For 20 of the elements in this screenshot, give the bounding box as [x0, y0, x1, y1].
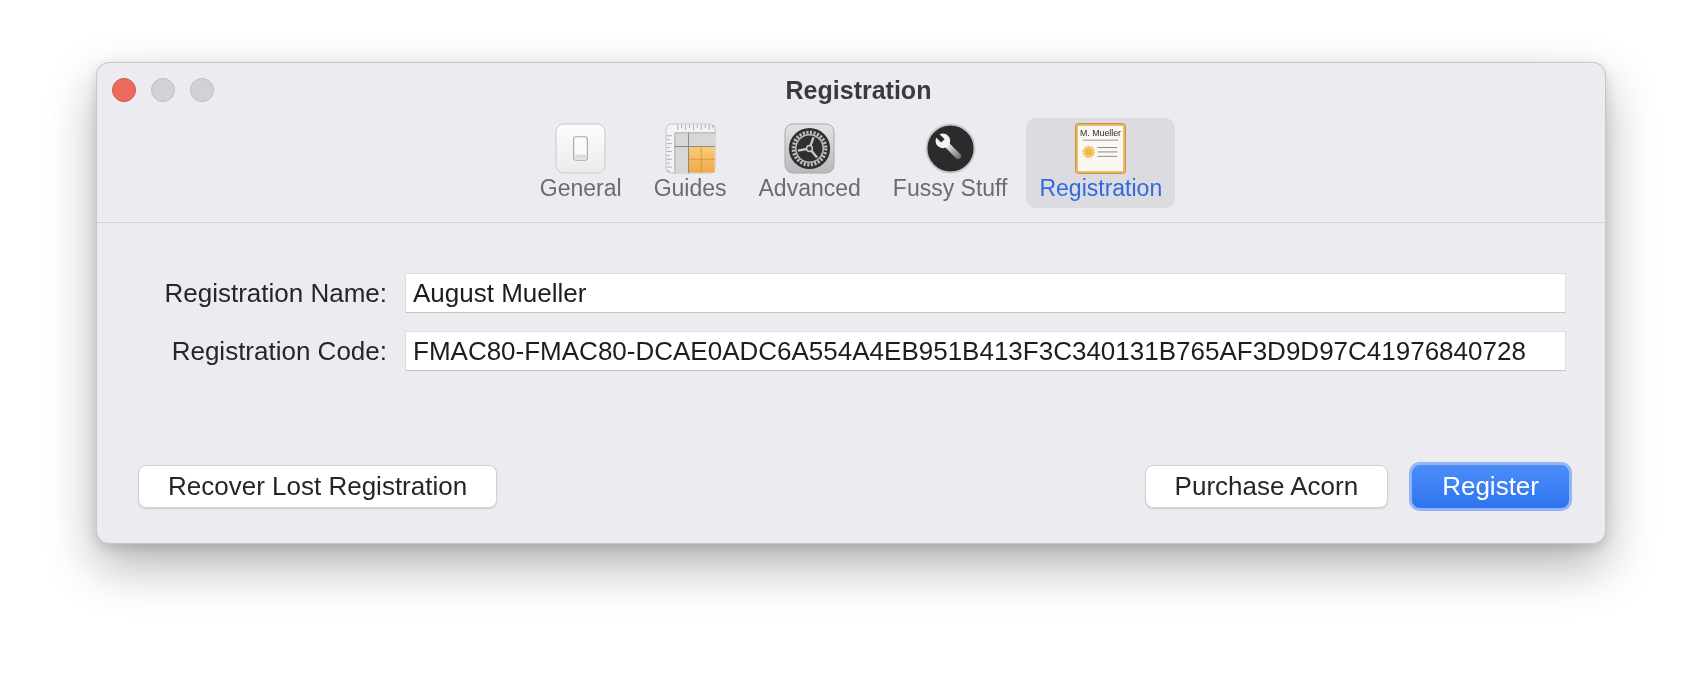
gear-icon [784, 123, 836, 174]
field-label: Registration Name: [164, 277, 387, 309]
default-button[interactable]: Register [1409, 462, 1572, 511]
field-label: Registration Code: [171, 335, 387, 367]
toolbar-tab[interactable]: M. Mueller Registration [1026, 118, 1176, 208]
text-field[interactable]: August Mueller [405, 273, 1566, 313]
window-title: Registration [785, 75, 932, 105]
text-field[interactable]: FMAC80-FMAC80-DCAE0ADC6A554A4EB951B413F3C340131B765AF3D9D97C41976840728 [405, 331, 1566, 371]
push-button[interactable]: Recover Lost Registration [138, 465, 498, 508]
ruler-grid-icon [664, 123, 716, 174]
certificate-icon [1075, 123, 1127, 174]
toolbar-tab[interactable]: Fussy Stuff [879, 118, 1021, 208]
wrench-icon [924, 123, 976, 174]
toolbar-tab[interactable]: Advanced [745, 118, 874, 208]
push-button[interactable]: Purchase Acorn [1144, 465, 1389, 508]
light-switch-icon [555, 123, 607, 174]
certificate-name: M. Mueller [1080, 128, 1122, 139]
toolbar-tab[interactable]: Guides [640, 118, 740, 208]
close-button[interactable] [112, 78, 136, 102]
toolbar-tab[interactable]: General [526, 118, 635, 208]
